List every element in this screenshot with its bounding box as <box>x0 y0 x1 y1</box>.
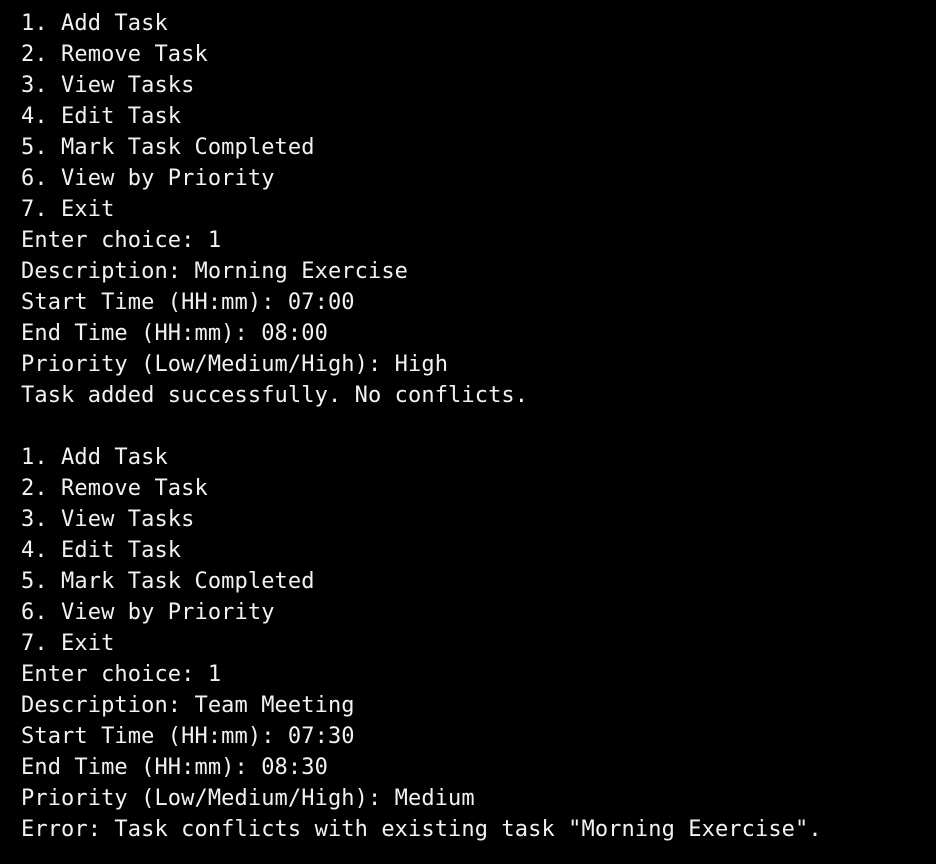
menu-block-2: 1. Add Task 2. Remove Task 3. View Tasks… <box>21 442 936 659</box>
priority-prompt-1: Priority (Low/Medium/High): High <box>21 352 449 377</box>
menu-option-view-tasks: 3. View Tasks <box>21 73 195 98</box>
end-time-prompt-1: End Time (HH:mm): 08:00 <box>21 321 328 346</box>
priority-prompt-2: Priority (Low/Medium/High): Medium <box>21 786 475 811</box>
menu-option-exit: 7. Exit <box>21 631 115 656</box>
choice-prompt-2: Enter choice: 1 <box>21 662 222 687</box>
end-time-prompt-2: End Time (HH:mm): 08:30 <box>21 755 328 780</box>
menu-option-mark-completed: 5. Mark Task Completed <box>21 135 315 160</box>
menu-option-view-by-priority: 6. View by Priority <box>21 166 275 191</box>
description-prompt-2: Description: Team Meeting <box>21 693 355 718</box>
menu-option-add-task: 1. Add Task <box>21 11 168 36</box>
start-time-prompt-2: Start Time (HH:mm): 07:30 <box>21 724 355 749</box>
menu-option-view-by-priority: 6. View by Priority <box>21 600 275 625</box>
menu-option-mark-completed: 5. Mark Task Completed <box>21 569 315 594</box>
menu-option-edit-task: 4. Edit Task <box>21 104 182 129</box>
menu-option-remove-task: 2. Remove Task <box>21 42 208 67</box>
console-window[interactable]: 1. Add Task 2. Remove Task 3. View Tasks… <box>0 0 936 864</box>
choice-prompt-1: Enter choice: 1 <box>21 228 222 253</box>
start-time-prompt-1: Start Time (HH:mm): 07:00 <box>21 290 355 315</box>
error-message-2: Error: Task conflicts with existing task… <box>21 817 822 842</box>
description-prompt-1: Description: Morning Exercise <box>21 259 409 284</box>
menu-option-exit: 7. Exit <box>21 197 115 222</box>
menu-option-view-tasks: 3. View Tasks <box>21 507 195 532</box>
result-message-1: Task added successfully. No conflicts. <box>21 383 529 408</box>
menu-option-remove-task: 2. Remove Task <box>21 476 208 501</box>
menu-block-1: 1. Add Task 2. Remove Task 3. View Tasks… <box>21 8 936 225</box>
menu-option-add-task: 1. Add Task <box>21 445 168 470</box>
menu-option-edit-task: 4. Edit Task <box>21 538 182 563</box>
